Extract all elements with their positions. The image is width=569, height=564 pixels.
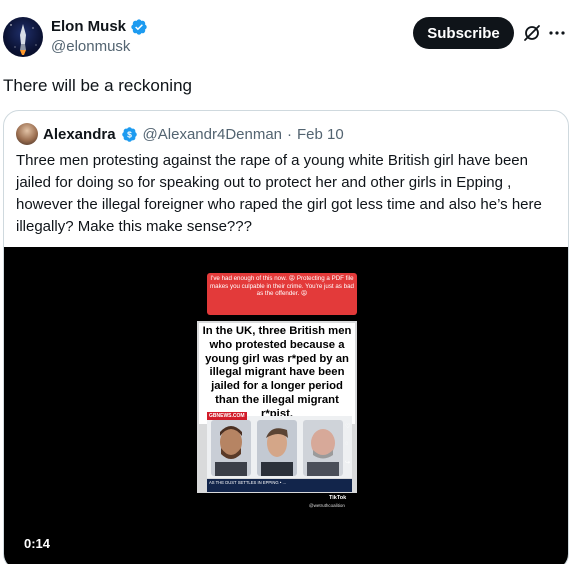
quoted-tweet-date[interactable]: Feb 10 [297,126,344,143]
tiktok-logo: TikTok [329,495,347,501]
author-handle[interactable]: @elonmusk [51,37,130,57]
mugshot-photo [303,420,343,476]
heart-icon: ♡ [345,424,351,430]
share-icon: ↪ [345,460,351,466]
quoted-tweet-header: Alexandra $ @Alexandr4Denman · Feb 10 [16,123,344,145]
author-avatar[interactable] [3,17,43,57]
author-name-row: Elon Musk [51,17,148,37]
svg-text:$: $ [127,129,132,139]
verified-badge-icon [130,18,148,36]
video-headline: In the UK, three British men who protest… [199,323,355,424]
grok-icon[interactable] [522,23,542,43]
quoted-author-handle[interactable]: @Alexandr4Denman [143,126,282,143]
mugshot-photo [211,420,251,476]
quoted-tweet[interactable]: Alexandra $ @Alexandr4Denman · Feb 10 Th… [3,110,569,564]
video-player[interactable]: I've had enough of this now. 😡 Protectin… [4,247,568,564]
subscribe-button[interactable]: Subscribe [413,17,514,49]
mugshot-photo [257,420,297,476]
quoted-tweet-text: Three men protesting against the rape of… [16,152,542,235]
quoted-author-name[interactable]: Alexandra [43,126,116,143]
more-icon[interactable] [547,23,567,43]
tiktok-username: @wetruthcoalition [309,503,345,508]
news-card: In the UK, three British men who protest… [197,321,357,493]
video-timestamp: 0:14 [24,536,51,551]
author-name[interactable]: Elon Musk [51,17,126,37]
verified-badge-icon: $ [121,126,138,143]
separator-dot: · [287,125,293,143]
overlay-caption: I've had enough of this now. 😡 Protectin… [207,273,357,315]
comment-icon: ◌ [345,441,349,447]
news-ticker: AS THE DUST SETTLES IN EPPING • ... [207,479,352,492]
quoted-author-avatar[interactable] [16,123,38,145]
tweet-header: Elon Musk @elonmusk Subscribe [0,0,569,70]
news-source-tag: GBNEWS.COM [207,412,247,420]
tweet-text: There will be a reckoning [3,76,192,95]
video-frame: I've had enough of this now. 😡 Protectin… [197,273,357,521]
